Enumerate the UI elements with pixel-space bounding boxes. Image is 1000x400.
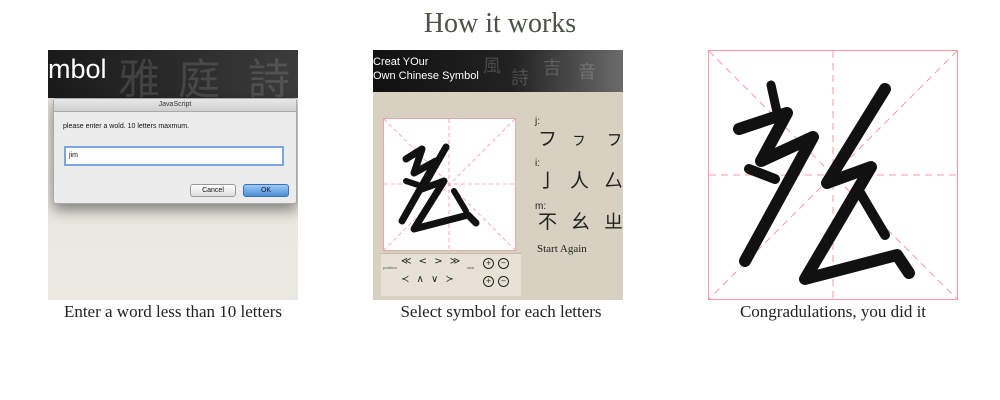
header-line-2: Own Chinese Symbol — [373, 70, 479, 82]
start-again-button[interactable]: Start Again — [537, 243, 587, 255]
step-2-caption: Select symbol for each letters — [400, 302, 602, 321]
option-j-1[interactable]: フ — [538, 124, 557, 151]
position-size-toolbar: position ≪ < > ≫ ≺ ∧ ∨ ≻ size + − + − — [381, 253, 521, 296]
option-m-1[interactable]: 不 — [538, 207, 557, 234]
move-arrows-row-1[interactable]: ≪ < > ≫ — [401, 256, 462, 267]
page-title: How it works — [423, 8, 577, 39]
size-label: size — [467, 265, 475, 270]
javascript-prompt-dialog: JavaScript please enter a wold. 10 lette… — [53, 98, 297, 204]
app-header: 風 詩 吉 音 Creat YOur Own Chinese Symbol — [373, 50, 623, 92]
symbol-preview — [383, 118, 516, 251]
option-m-2[interactable]: 幺 — [571, 207, 590, 234]
zoom-out-icon[interactable]: − — [498, 276, 509, 287]
step-3-caption: Congradulations, you did it — [739, 302, 927, 321]
header-line-1: Creat YOur — [373, 56, 429, 68]
dialog-message: please enter a wold. 10 letters maxmum. — [63, 123, 190, 130]
option-j-3[interactable]: ㇷ — [605, 124, 623, 151]
app-header-title: mbol — [48, 54, 107, 84]
final-symbol — [709, 51, 957, 299]
step-1-screenshot: 雅 庭 詩 mbol JavaScript please enter a wol… — [48, 50, 298, 300]
cancel-button[interactable]: Cancel — [190, 184, 236, 197]
position-label: position — [383, 265, 397, 270]
option-i-3[interactable]: 厶 — [604, 166, 623, 193]
option-j-2[interactable]: ㇷ — [571, 126, 587, 150]
option-m-3[interactable]: ㄓ — [604, 207, 623, 234]
step-3-result — [708, 50, 958, 300]
step-1-caption: Enter a word less than 10 letters — [63, 302, 283, 321]
zoom-out-icon[interactable]: − — [498, 258, 509, 269]
zoom-in-icon[interactable]: + — [483, 258, 494, 269]
option-i-2[interactable]: 人 — [570, 166, 589, 193]
app-header: 雅 庭 詩 mbol — [48, 50, 298, 104]
dialog-title: JavaScript — [54, 99, 296, 112]
ok-button[interactable]: OK — [243, 184, 289, 197]
zoom-in-icon[interactable]: + — [483, 276, 494, 287]
word-input[interactable]: jim — [64, 146, 284, 166]
option-i-1[interactable]: 亅 — [538, 166, 557, 193]
move-arrows-row-2[interactable]: ≺ ∧ ∨ ≻ — [401, 274, 456, 285]
step-2-screenshot: 風 詩 吉 音 Creat YOur Own Chinese Symbol po… — [373, 50, 623, 300]
symbol-canvas[interactable] — [383, 118, 516, 251]
